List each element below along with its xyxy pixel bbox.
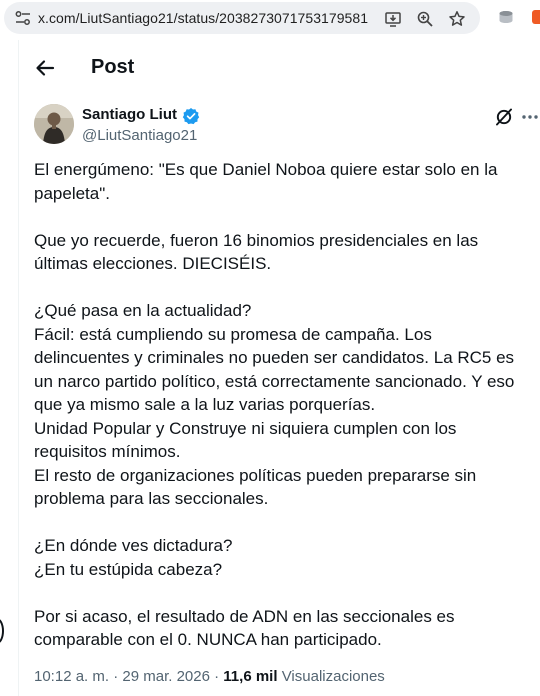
tweet-line: Unidad Popular y Construye ni siquiera c… [34,418,457,438]
author-name[interactable]: Santiago Liut [82,106,177,123]
tweet-line: papeleta". [34,183,110,203]
post-header: Post [19,44,540,92]
tweet-line: Que yo recuerde, fueron 16 binomios pres… [34,230,479,250]
tweet-line: problema para las seccionales. [34,489,269,508]
tweet-line: un narco partido político, está correcta… [34,371,515,391]
page-title: Post [91,56,135,78]
tweet-line: Fácil: está cumpliendo su promesa de cam… [34,324,432,344]
paragraph-break [34,276,534,300]
meta-separator: · [214,668,220,685]
arrow-left-icon[interactable] [33,56,57,80]
column-divider [18,40,19,696]
tweet-line: ¿En tu estúpida cabeza? [34,559,223,579]
tweet-time[interactable]: 10:12 a. m. [34,668,109,685]
tweet-line: delincuentes y criminales no pueden ser … [34,348,515,367]
tweet-line: ¿En dónde ves dictadura? [34,536,233,555]
tweet-line: El resto de organizaciones políticas pue… [34,465,477,485]
avatar-image [34,104,74,144]
install-app-icon[interactable] [384,10,402,28]
views-label: Visualizaciones [281,668,385,685]
verified-badge-icon [182,107,200,125]
tweet-line: últimas elecciones. DIECISÉIS. [34,254,272,273]
address-bar[interactable]: x.com/LiutSantiago21/status/203827307175… [4,2,480,34]
tweet-line: ¿Qué pasa en la actualidad? [34,301,252,320]
paragraph-break [34,205,534,229]
paragraph-break [34,581,534,605]
meta-separator: · [113,668,119,685]
tweet-date[interactable]: 29 mar. 2026 [122,668,210,685]
tweet-text: El energúmeno: "Es que Daniel Noboa quie… [34,158,534,652]
browser-toolbar: x.com/LiutSantiago21/status/203827307175… [0,0,540,38]
tweet-meta: 10:12 a. m. · 29 mar. 2026 · 11,6 mil Vi… [34,668,385,685]
more-horizontal-icon[interactable] [520,107,540,127]
paragraph-break [34,511,534,535]
sidebar-edge-icon[interactable] [0,618,4,644]
tweet-line: El energúmeno: "Es que Daniel Noboa quie… [34,160,498,179]
url-domain: x.com [38,10,76,26]
grok-icon[interactable] [494,107,514,127]
extension-icon[interactable] [498,10,514,24]
profile-icon[interactable] [532,10,540,24]
url-path: /LiutSantiago21/status/20382730717531795… [75,10,369,26]
star-icon[interactable] [448,10,466,28]
tune-icon[interactable] [14,10,32,26]
author-handle[interactable]: @LiutSantiago21 [82,127,197,144]
url-text[interactable]: x.com/LiutSantiago21/status/203827307175… [38,10,368,26]
tweet-line: que ya mismo sale a la luz varias porque… [34,395,376,414]
tweet-line: Por si acaso, el resultado de ADN en las… [34,606,455,626]
views-count: 11,6 mil [223,668,278,685]
avatar[interactable] [34,104,74,144]
tweet-line: comparable con el 0. NUNCA han participa… [34,630,382,649]
zoom-icon[interactable] [416,10,434,28]
tweet-line: requisitos mínimos. [34,442,181,461]
